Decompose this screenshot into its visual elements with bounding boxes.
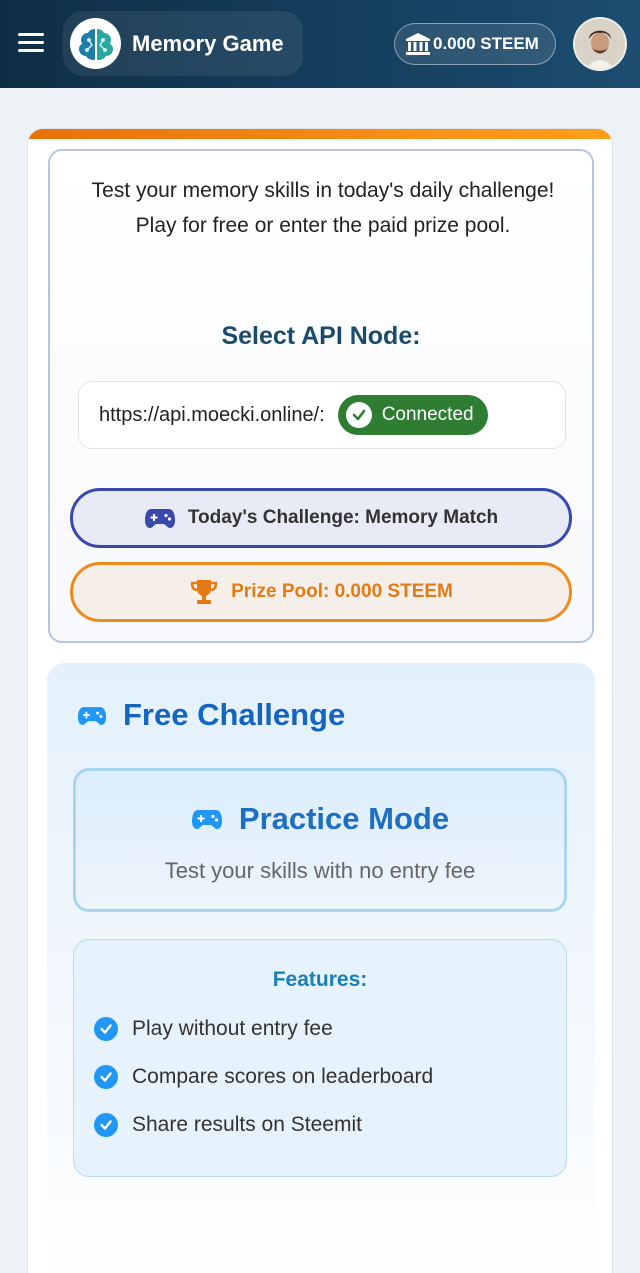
list-item: Play without entry fee xyxy=(94,1017,333,1041)
practice-mode-heading: Practice Mode xyxy=(76,801,564,837)
feature-text: Play without entry fee xyxy=(132,1017,333,1040)
list-item: Share results on Steemit xyxy=(94,1113,362,1137)
features-heading: Features: xyxy=(272,968,368,991)
hamburger-menu-icon[interactable] xyxy=(18,33,44,55)
avatar[interactable] xyxy=(573,17,627,71)
top-app-bar: Memory Game 0.000 STEEM xyxy=(0,0,640,88)
practice-mode-card[interactable]: Practice Mode Test your skills with no e… xyxy=(73,768,567,912)
bank-icon xyxy=(406,33,430,55)
feature-text: Compare scores on leaderboard xyxy=(132,1065,434,1088)
practice-mode-subtitle: Test your skills with no entry fee xyxy=(164,858,476,883)
gamepad-icon xyxy=(144,509,175,528)
app-title: Memory Game xyxy=(132,30,284,56)
api-node-select[interactable]: https://api.moecki.online/: Connected xyxy=(78,381,566,449)
main-card: Test your memory skills in today's daily… xyxy=(27,128,613,1273)
connection-status-badge: Connected xyxy=(337,395,488,435)
check-circle-icon xyxy=(94,1065,118,1089)
features-panel: Features: Play without entry fee Compare… xyxy=(73,939,567,1177)
free-challenge-heading: Free Challenge xyxy=(77,697,345,733)
brain-icon xyxy=(70,18,121,69)
challenge-intro-panel: Test your memory skills in today's daily… xyxy=(48,149,594,643)
todays-challenge-label: Today's Challenge: Memory Match xyxy=(187,507,499,528)
card-accent-bar xyxy=(28,129,612,139)
gamepad-icon xyxy=(191,810,222,829)
brand[interactable]: Memory Game xyxy=(63,11,303,76)
prize-pool-button[interactable]: Prize Pool: 0.000 STEEM xyxy=(70,562,572,622)
connection-status-text: Connected xyxy=(381,404,474,425)
check-circle-icon xyxy=(94,1113,118,1137)
wallet-balance[interactable]: 0.000 STEEM xyxy=(394,23,556,65)
gamepad-icon xyxy=(77,706,107,725)
api-node-url: https://api.moecki.online/: xyxy=(99,403,325,426)
feature-text: Share results on Steemit xyxy=(132,1113,362,1136)
free-challenge-section: Free Challenge Practice Mode Test your s… xyxy=(47,663,595,1273)
trophy-icon xyxy=(190,580,218,604)
todays-challenge-button[interactable]: Today's Challenge: Memory Match xyxy=(70,488,572,548)
intro-text: Test your memory skills in today's daily… xyxy=(91,179,555,237)
practice-mode-title: Practice Mode xyxy=(238,801,450,836)
check-circle-icon xyxy=(345,402,372,428)
check-circle-icon xyxy=(94,1017,118,1041)
api-node-label: Select API Node: xyxy=(221,322,421,350)
balance-amount: 0.000 STEEM xyxy=(433,34,539,53)
list-item: Compare scores on leaderboard xyxy=(94,1065,433,1089)
prize-pool-label: Prize Pool: 0.000 STEEM xyxy=(231,581,453,602)
free-challenge-title: Free Challenge xyxy=(123,697,346,732)
